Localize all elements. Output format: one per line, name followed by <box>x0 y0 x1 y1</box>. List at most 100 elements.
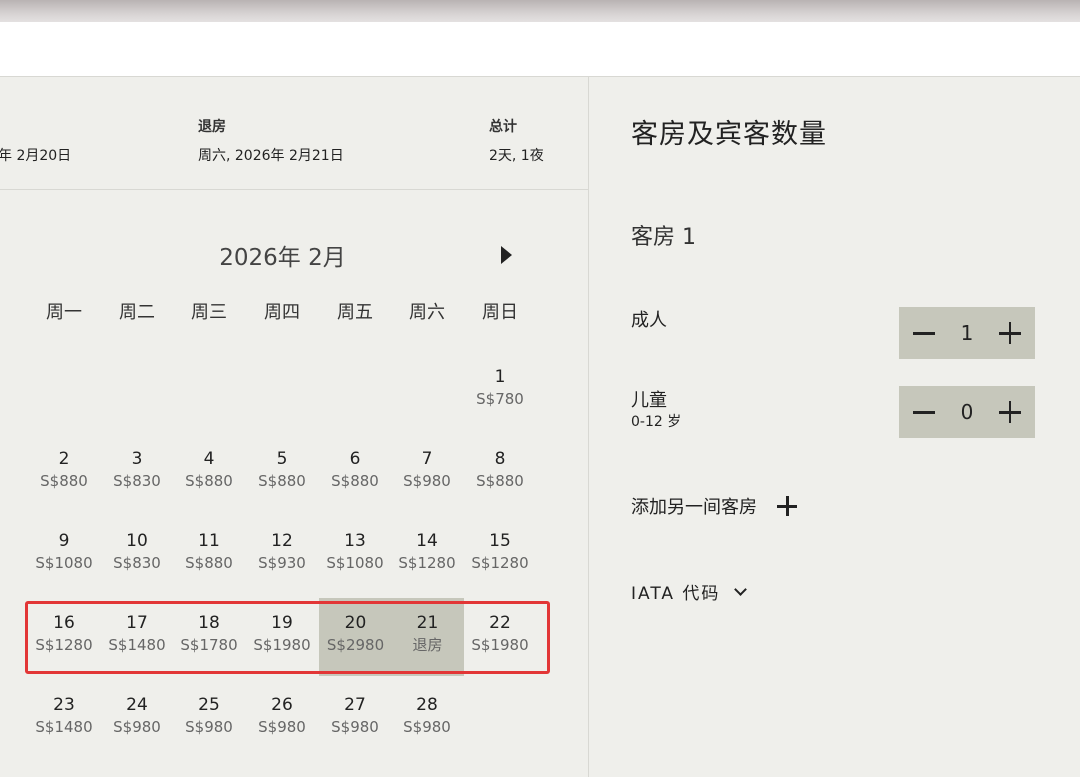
month-title: 2026年 2月 <box>219 245 346 271</box>
chevron-down-icon <box>734 582 748 596</box>
calendar-day[interactable]: 15 S$1280 <box>464 516 536 594</box>
adults-label: 成人 <box>631 310 667 331</box>
children-count: 0 <box>960 400 974 424</box>
day-number: 1 <box>494 367 506 387</box>
day-price: S$1480 <box>35 718 93 736</box>
day-number: 28 <box>416 695 438 715</box>
day-number: 3 <box>131 449 143 469</box>
weekday-header: 周六 <box>409 302 445 323</box>
panel-divider <box>588 77 589 777</box>
day-price: S$880 <box>185 472 233 490</box>
day-number: 2 <box>58 449 70 469</box>
add-room-label: 添加另一间客房 <box>631 497 757 518</box>
total-label: 总计 <box>489 119 517 135</box>
iata-code-toggle[interactable]: IATA 代码 <box>631 579 748 604</box>
calendar-day[interactable]: 23 S$1480 <box>28 680 100 758</box>
weekday-header: 周二 <box>119 302 155 323</box>
weekday-header: 周三 <box>191 302 227 323</box>
day-number: 9 <box>58 531 70 551</box>
day-price: S$1080 <box>326 554 384 572</box>
add-room-button[interactable]: 添加另一间客房 <box>631 493 797 519</box>
day-number: 23 <box>53 695 75 715</box>
weekday-header: 周一 <box>46 302 82 323</box>
calendar-day[interactable]: 3 S$830 <box>101 434 173 512</box>
calendar-day[interactable]: 1 S$780 <box>464 352 536 430</box>
day-number: 5 <box>276 449 288 469</box>
checkout-label: 退房 <box>198 119 226 135</box>
calendar-day[interactable]: 11 S$880 <box>173 516 245 594</box>
calendar-day[interactable]: 14 S$1280 <box>391 516 463 594</box>
day-price: S$880 <box>476 472 524 490</box>
day-number: 24 <box>126 695 148 715</box>
day-price: S$980 <box>403 718 451 736</box>
calendar-day[interactable]: 7 S$980 <box>391 434 463 512</box>
day-price: S$830 <box>113 472 161 490</box>
day-price: S$780 <box>476 390 524 408</box>
calendar-day[interactable]: 4 S$880 <box>173 434 245 512</box>
day-price: S$880 <box>40 472 88 490</box>
day-price: S$880 <box>331 472 379 490</box>
total-value: 2天, 1夜 <box>489 148 544 164</box>
calendar-day[interactable]: 24 S$980 <box>101 680 173 758</box>
day-number: 26 <box>271 695 293 715</box>
calendar-day[interactable]: 2 S$880 <box>28 434 100 512</box>
room-title: 客房 1 <box>631 225 696 250</box>
panel-top-border <box>0 76 1080 77</box>
day-price: S$980 <box>113 718 161 736</box>
day-number: 25 <box>198 695 220 715</box>
day-price: S$880 <box>258 472 306 490</box>
top-strip <box>0 0 1080 22</box>
calendar-day[interactable]: 6 S$880 <box>319 434 391 512</box>
plus-icon <box>777 496 797 516</box>
day-price: S$830 <box>113 554 161 572</box>
calendar-day[interactable]: 8 S$880 <box>464 434 536 512</box>
children-plus-button[interactable] <box>998 401 1021 423</box>
iata-label: IATA 代码 <box>631 584 721 604</box>
day-price: S$880 <box>185 554 233 572</box>
children-minus-button[interactable] <box>913 401 935 423</box>
day-price: S$930 <box>258 554 306 572</box>
adults-plus-button[interactable] <box>998 322 1021 344</box>
adults-minus-button[interactable] <box>913 322 935 344</box>
calendar-day[interactable]: 13 S$1080 <box>319 516 391 594</box>
day-number: 12 <box>271 531 293 551</box>
day-number: 4 <box>203 449 215 469</box>
weekday-header: 周日 <box>482 302 518 323</box>
day-number: 7 <box>421 449 433 469</box>
calendar-day[interactable]: 27 S$980 <box>319 680 391 758</box>
day-price: S$1280 <box>471 554 529 572</box>
calendar-day[interactable]: 12 S$930 <box>246 516 318 594</box>
calendar-day[interactable]: 26 S$980 <box>246 680 318 758</box>
day-number: 27 <box>344 695 366 715</box>
header-bar <box>0 22 1080 76</box>
day-number: 10 <box>126 531 148 551</box>
day-number: 14 <box>416 531 438 551</box>
checkin-date: 年 2月20日 <box>0 148 72 164</box>
adults-count: 1 <box>960 321 974 345</box>
day-number: 6 <box>349 449 361 469</box>
day-price: S$980 <box>331 718 379 736</box>
day-price: S$1280 <box>398 554 456 572</box>
calendar-day[interactable]: 10 S$830 <box>101 516 173 594</box>
day-number: 13 <box>344 531 366 551</box>
day-price: S$1080 <box>35 554 93 572</box>
day-number: 8 <box>494 449 506 469</box>
weekday-header: 周四 <box>264 302 300 323</box>
children-age-range: 0-12 岁 <box>631 414 682 430</box>
guests-panel-title: 客房及宾客数量 <box>631 119 827 150</box>
checkout-date: 周六, 2026年 2月21日 <box>198 148 344 164</box>
calendar-day[interactable]: 5 S$880 <box>246 434 318 512</box>
calendar-day[interactable]: 25 S$980 <box>173 680 245 758</box>
children-label: 儿童 <box>631 390 667 411</box>
day-number: 11 <box>198 531 220 551</box>
day-price: S$980 <box>403 472 451 490</box>
day-price: S$980 <box>258 718 306 736</box>
calendar-day[interactable]: 28 S$980 <box>391 680 463 758</box>
calendar-day[interactable]: 9 S$1080 <box>28 516 100 594</box>
adults-stepper: 1 <box>899 307 1035 359</box>
selection-highlight-box <box>25 601 550 674</box>
children-stepper: 0 <box>899 386 1035 438</box>
summary-divider <box>0 189 588 190</box>
next-month-icon[interactable] <box>501 246 512 264</box>
day-number: 15 <box>489 531 511 551</box>
